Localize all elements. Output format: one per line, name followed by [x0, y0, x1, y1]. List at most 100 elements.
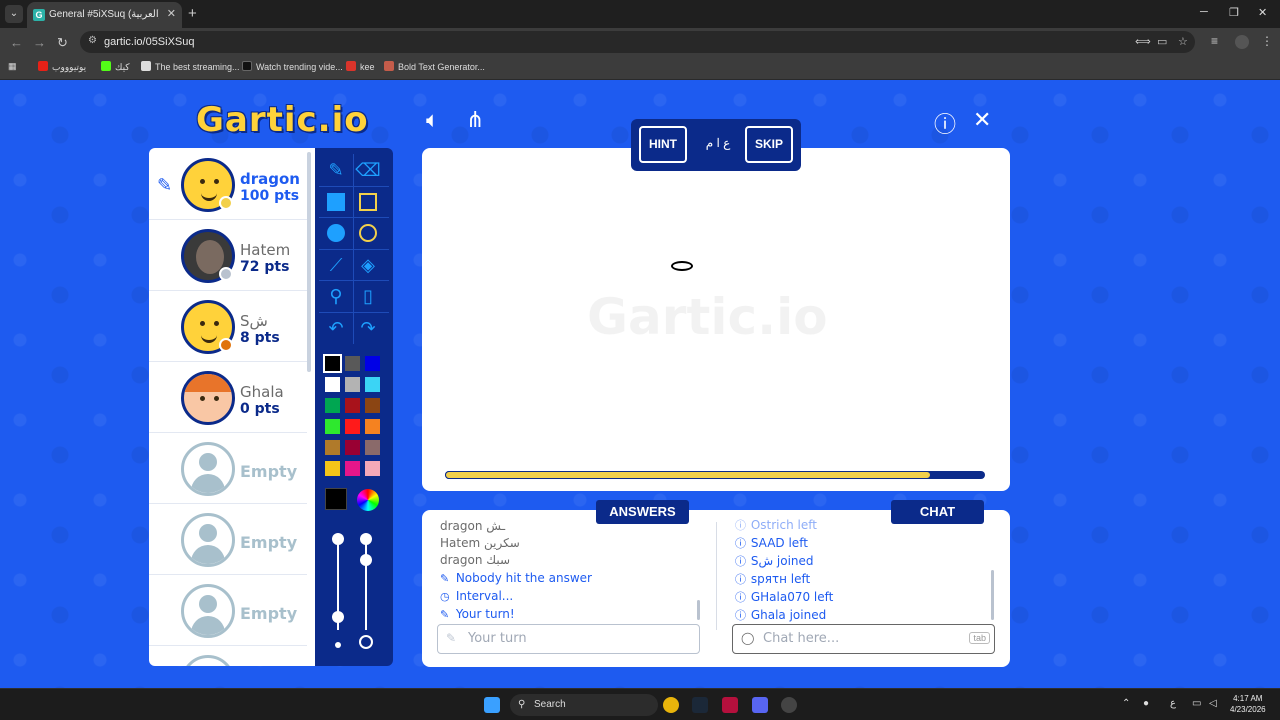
color-swatch[interactable]: [365, 398, 380, 413]
color-swatch[interactable]: [345, 440, 360, 455]
color-swatch[interactable]: [325, 440, 340, 455]
tray-chevron-icon[interactable]: ⌃: [1122, 698, 1130, 709]
redo-icon[interactable]: ↷: [354, 314, 382, 342]
bookmark-star-icon[interactable]: ☆: [1178, 35, 1188, 48]
color-swatch[interactable]: [345, 461, 360, 476]
volume-icon[interactable]: ◁: [1209, 698, 1217, 709]
eraser-tool-icon[interactable]: ⌫: [354, 156, 382, 184]
undo-icon[interactable]: ↶: [322, 314, 350, 342]
restore-icon[interactable]: ❐: [1229, 6, 1239, 19]
line-tool-icon[interactable]: ⟋: [322, 251, 350, 279]
browser-tab[interactable]: G General #5iXSuq (العربية) - Gartic ✕: [27, 2, 182, 28]
color-swatch[interactable]: [325, 377, 340, 392]
language-indicator[interactable]: ع: [1170, 698, 1176, 709]
pencil-tool-icon[interactable]: ✎: [322, 156, 350, 184]
answer-input[interactable]: [468, 631, 668, 646]
opacity-slider-knob-bottom[interactable]: [332, 611, 344, 623]
new-page-icon[interactable]: ▯: [354, 282, 382, 310]
menu-dots-icon[interactable]: ⋮: [1261, 34, 1273, 48]
close-tab-icon[interactable]: ✕: [167, 7, 176, 20]
color-swatch[interactable]: [365, 440, 380, 455]
player-row[interactable]: Sش 8 pts: [149, 292, 307, 362]
drawn-stroke: [671, 261, 693, 271]
chat-input-box[interactable]: ◯ tab: [732, 624, 995, 654]
color-swatch[interactable]: [365, 419, 380, 434]
address-bar[interactable]: ⚙ gartic.io/05SiXSuq ⟺ ▭ ☆: [80, 31, 1195, 53]
answer-input-box[interactable]: ✎: [437, 624, 700, 654]
chrome-icon[interactable]: [663, 697, 679, 713]
pencil-icon: ✎: [440, 608, 450, 621]
network-icon[interactable]: ▭: [1192, 698, 1201, 709]
color-swatch[interactable]: [345, 377, 360, 392]
tab-search-button[interactable]: ⌄: [5, 5, 23, 23]
color-swatch[interactable]: [365, 377, 380, 392]
color-swatch[interactable]: [365, 356, 380, 371]
rectangle-outline-tool[interactable]: [354, 188, 382, 216]
back-icon[interactable]: ←: [10, 35, 23, 50]
answer-line: ✎ Your turn!: [440, 607, 515, 621]
filled-circle-tool[interactable]: [322, 219, 350, 247]
microphone-icon[interactable]: ●: [1143, 698, 1149, 709]
site-info-icon[interactable]: ⚙: [88, 35, 97, 46]
bookmark-item[interactable]: kee: [346, 61, 375, 72]
color-swatch[interactable]: [345, 419, 360, 434]
current-color-swatch[interactable]: [325, 488, 347, 510]
player-points: 0 pts: [240, 401, 280, 417]
bookmark-item[interactable]: كيك: [101, 61, 130, 73]
color-swatch[interactable]: [325, 461, 340, 476]
forward-icon[interactable]: →: [33, 35, 46, 50]
window-close-icon[interactable]: ✕: [1258, 6, 1267, 19]
color-swatch[interactable]: [365, 461, 380, 476]
color-swatch[interactable]: [323, 354, 342, 373]
fill-bucket-icon[interactable]: ◈: [354, 251, 382, 279]
skip-button[interactable]: SKIP: [745, 126, 793, 163]
discord-icon[interactable]: [752, 697, 768, 713]
chat-line: ⓘ Sش joined: [735, 554, 814, 568]
taskbar-search[interactable]: ⚲ Search: [510, 694, 658, 716]
profile-avatar[interactable]: [1235, 35, 1249, 49]
cast-icon[interactable]: ▭: [1157, 35, 1167, 48]
translate-icon[interactable]: ⟺: [1135, 35, 1151, 48]
minimize-icon[interactable]: ─: [1200, 6, 1208, 18]
color-swatch[interactable]: [325, 419, 340, 434]
new-tab-button[interactable]: +: [188, 5, 197, 22]
color-swatch[interactable]: [325, 398, 340, 413]
apps-grid-icon[interactable]: ▦: [8, 61, 17, 72]
bookmark-item[interactable]: The best streaming...: [141, 61, 240, 72]
sound-icon[interactable]: 🔈︎: [426, 107, 439, 133]
app-icon[interactable]: [722, 697, 738, 713]
taskbar-clock[interactable]: 4:17 AM 4/23/2026: [1230, 693, 1266, 715]
size-slider-knob[interactable]: [360, 554, 372, 566]
color-picker-wheel-icon[interactable]: [357, 489, 379, 511]
steam-icon[interactable]: [692, 697, 708, 713]
url-text[interactable]: gartic.io/05SiXSuq: [104, 36, 195, 48]
exit-icon[interactable]: ✕: [973, 107, 991, 133]
reload-icon[interactable]: ↻: [57, 35, 68, 51]
info-icon[interactable]: ⓘ: [934, 107, 956, 139]
color-swatch[interactable]: [345, 398, 360, 413]
color-swatch[interactable]: [345, 356, 360, 371]
app-icon-2[interactable]: [781, 697, 797, 713]
answers-scrollbar[interactable]: [697, 600, 700, 620]
chat-input[interactable]: [763, 631, 963, 646]
player-row[interactable]: Ghala 0 pts: [149, 363, 307, 433]
bookmark-item[interactable]: Bold Text Generator...: [384, 61, 485, 72]
share-icon[interactable]: ⋔: [466, 107, 484, 133]
chat-line: ⓘ Ghala joined: [735, 608, 827, 622]
player-row[interactable]: Hatem 72 pts: [149, 221, 307, 291]
eyedropper-icon[interactable]: ⚲: [322, 282, 350, 310]
drawing-canvas[interactable]: Gartic.io: [422, 148, 1010, 491]
opacity-slider-knob[interactable]: [332, 533, 344, 545]
reading-list-icon[interactable]: ≡: [1211, 34, 1218, 48]
players-scrollbar[interactable]: [307, 152, 311, 372]
bookmark-item[interactable]: Watch trending vide...: [242, 61, 343, 72]
circle-outline-tool[interactable]: [354, 219, 382, 247]
size-slider-knob-top[interactable]: [360, 533, 372, 545]
bookmark-item[interactable]: يوتيوووب: [38, 61, 86, 73]
windows-start-icon[interactable]: [484, 697, 500, 713]
player-row[interactable]: ✎ dragon 100 pts: [149, 150, 307, 220]
avatar: [181, 371, 235, 425]
hint-button[interactable]: HINT: [639, 126, 687, 163]
filled-rectangle-tool[interactable]: [322, 188, 350, 216]
chat-scrollbar[interactable]: [991, 570, 994, 620]
